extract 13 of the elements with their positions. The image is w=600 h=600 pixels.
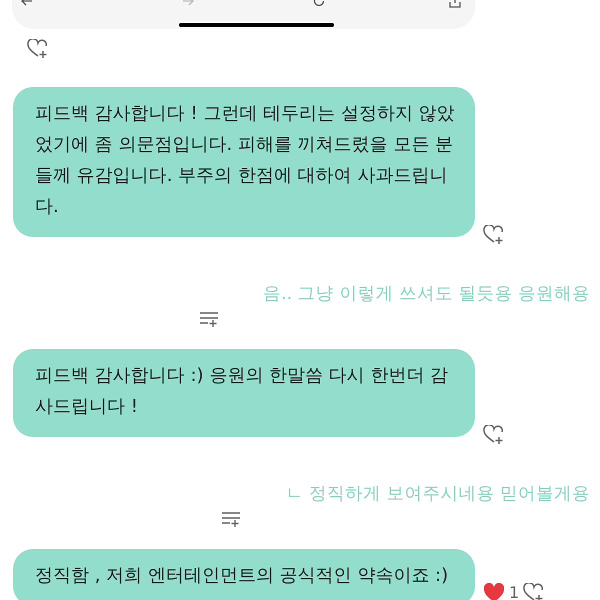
add-reaction-icon[interactable] [483, 425, 505, 445]
add-reaction-icon[interactable] [27, 39, 49, 59]
message-bubble: 피드백 감사합니다 :) 응원의 한말씀 다시 한번더 감사드립니다 ! [13, 349, 475, 437]
message-bubble: 정직함 , 저희 엔터테인먼트의 공식적인 약속이죠 :) [13, 549, 475, 600]
add-reaction-icon[interactable] [483, 225, 505, 245]
add-comment-icon[interactable] [221, 511, 241, 528]
heart-icon[interactable] [483, 583, 505, 600]
message-bubble: 피드백 감사합니다 ! 그런데 테두리는 설정하지 않았었기에 좀 의문점입니다. 피해를 끼쳐드렸을 모든 분들께 유감입니다. 부주의 한점에 대하여 사과드립니다. [13, 87, 475, 237]
reply-text: 음.. 그냥 이렇게 쓰셔도 될듯용 응원해용 [263, 284, 590, 304]
add-comment-icon[interactable] [199, 311, 219, 328]
add-reaction-icon[interactable] [523, 583, 546, 600]
reply-text: ㄴ 정직하게 보여주시네용 믿어볼게용 [285, 484, 590, 504]
like-count: 1 [509, 582, 520, 600]
